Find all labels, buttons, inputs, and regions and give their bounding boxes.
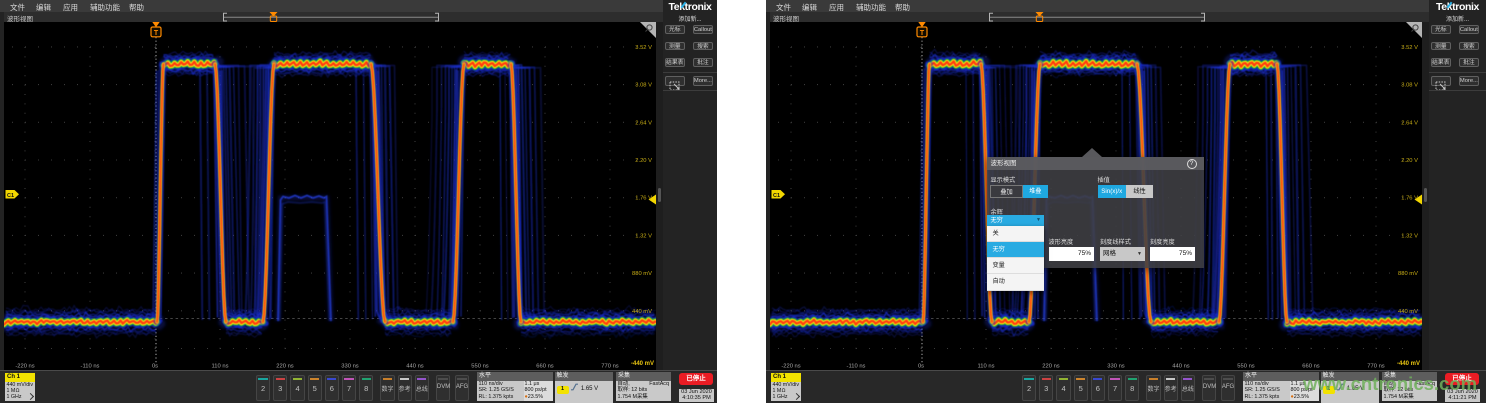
svg-text:440 ns: 440 ns <box>406 364 424 370</box>
svg-text:C1: C1 <box>773 193 780 199</box>
svg-text:T: T <box>920 30 925 37</box>
svg-text:330 ns: 330 ns <box>341 364 359 370</box>
svg-text:110 ns: 110 ns <box>978 364 995 370</box>
svg-text:880 mV: 880 mV <box>632 271 652 277</box>
svg-text:C1: C1 <box>7 193 14 199</box>
svg-text:-220 ns: -220 ns <box>15 364 34 370</box>
svg-text:440 ns: 440 ns <box>1172 364 1190 370</box>
svg-text:550 ns: 550 ns <box>471 364 489 370</box>
svg-text:660 ns: 660 ns <box>1302 364 1320 370</box>
svg-text:440 mV: 440 mV <box>632 309 652 315</box>
svg-text:2.20 V: 2.20 V <box>635 158 652 164</box>
svg-text:1.32 V: 1.32 V <box>635 233 652 239</box>
svg-text:3.52 V: 3.52 V <box>1401 45 1418 51</box>
svg-text:330 ns: 330 ns <box>1107 364 1125 370</box>
svg-text:2.64 V: 2.64 V <box>1401 120 1418 126</box>
svg-text:220 ns: 220 ns <box>276 364 294 370</box>
svg-text:220 ns: 220 ns <box>1042 364 1060 370</box>
svg-text:0s: 0s <box>918 364 924 370</box>
svg-text:3.52 V: 3.52 V <box>635 45 652 51</box>
svg-text:-110 ns: -110 ns <box>847 364 866 370</box>
svg-text:1.32 V: 1.32 V <box>1401 233 1418 239</box>
svg-text:880 mV: 880 mV <box>1398 271 1418 277</box>
svg-text:660 ns: 660 ns <box>536 364 554 370</box>
svg-text:1.76 V: 1.76 V <box>1401 196 1418 202</box>
svg-text:0s: 0s <box>152 364 158 370</box>
svg-text:-220 ns: -220 ns <box>781 364 800 370</box>
svg-text:-110 ns: -110 ns <box>81 364 100 370</box>
svg-text:T: T <box>154 30 159 37</box>
svg-text:3.08 V: 3.08 V <box>1401 83 1418 89</box>
svg-text:2.20 V: 2.20 V <box>1401 158 1418 164</box>
svg-text:770 ns: 770 ns <box>601 364 619 370</box>
svg-text:3.08 V: 3.08 V <box>635 83 652 89</box>
svg-text:2.64 V: 2.64 V <box>635 120 652 126</box>
svg-text:-440 mV: -440 mV <box>1397 361 1420 367</box>
svg-text:770 ns: 770 ns <box>1367 364 1385 370</box>
svg-text:440 mV: 440 mV <box>1398 309 1418 315</box>
svg-text:550 ns: 550 ns <box>1237 364 1255 370</box>
svg-text:1.76 V: 1.76 V <box>635 196 652 202</box>
svg-text:110 ns: 110 ns <box>212 364 229 370</box>
svg-text:-440 mV: -440 mV <box>631 361 654 367</box>
